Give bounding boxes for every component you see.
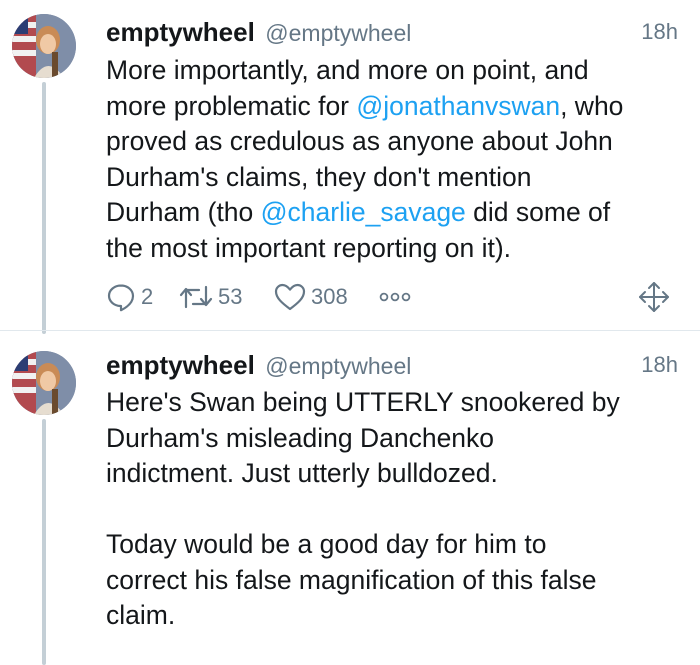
avatar-image <box>12 14 76 78</box>
like-count: 308 <box>311 284 348 309</box>
tweet[interactable]: emptywheel @emptywheel 18h More importan… <box>0 0 700 334</box>
avatar[interactable] <box>12 14 76 78</box>
retweet-button[interactable]: 53 <box>179 280 242 314</box>
tweet-text: Here's Swan being UTTERLY snookered by D… <box>106 387 620 630</box>
display-name[interactable]: emptywheel <box>106 17 255 47</box>
avatar[interactable] <box>12 351 76 415</box>
retweet-icon <box>179 285 213 309</box>
tweet-actions: 2 53 308 <box>106 280 676 314</box>
tweet-header: emptywheel @emptywheel 18h <box>106 17 678 47</box>
tweet-header: emptywheel @emptywheel 18h <box>106 350 678 380</box>
more-options-button[interactable] <box>379 280 411 314</box>
reply-icon <box>107 284 135 312</box>
move-icon <box>639 282 669 312</box>
mention-link[interactable]: @jonathanvswan <box>356 91 560 121</box>
move-button[interactable] <box>638 280 670 314</box>
timestamp[interactable]: 18h <box>641 19 678 45</box>
mention-link[interactable]: @charlie_savage <box>261 197 466 227</box>
user-handle[interactable]: @emptywheel <box>265 20 411 46</box>
reply-count: 2 <box>141 284 154 309</box>
tweet-text: More importantly, and more on point, and… <box>106 53 686 266</box>
like-button[interactable]: 308 <box>274 280 348 314</box>
more-icon <box>379 292 411 302</box>
retweet-count: 53 <box>218 284 243 309</box>
thread-line <box>42 419 46 665</box>
user-handle[interactable]: @emptywheel <box>265 353 411 379</box>
avatar-image <box>12 351 76 415</box>
tweet[interactable]: emptywheel @emptywheel 18h Here's Swan b… <box>0 330 700 665</box>
like-icon <box>274 283 306 311</box>
timestamp[interactable]: 18h <box>641 352 678 378</box>
thread-line <box>42 82 46 334</box>
display-name[interactable]: emptywheel <box>106 350 255 380</box>
reply-button[interactable]: 2 <box>106 280 153 314</box>
